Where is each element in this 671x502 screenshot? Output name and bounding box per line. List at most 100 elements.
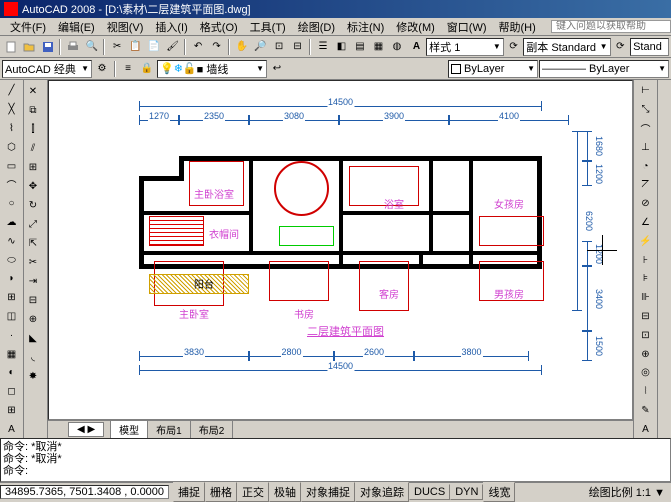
region-icon[interactable]: ◻ (3, 383, 21, 401)
table-icon[interactable]: ⊞ (3, 402, 21, 420)
menu-view[interactable]: 视图(V) (101, 18, 150, 36)
style-combo[interactable]: 样式 1▼ (426, 38, 504, 56)
circle-icon[interactable]: ○ (3, 195, 21, 213)
polar-toggle[interactable]: 极轴 (269, 482, 301, 502)
copy-icon[interactable]: 📋 (127, 38, 144, 56)
print-icon[interactable] (64, 38, 81, 56)
ducs-toggle[interactable]: DUCS (409, 484, 450, 500)
ortho-toggle[interactable]: 正交 (237, 482, 269, 502)
undo-icon[interactable]: ↶ (189, 38, 206, 56)
layer-lock-icon[interactable]: 🔒 (138, 60, 156, 78)
new-icon[interactable] (2, 38, 19, 56)
jogline-icon[interactable]: ⦚ (637, 383, 655, 401)
toolpalette-icon[interactable]: ▤ (351, 38, 368, 56)
spline-icon[interactable]: ∿ (3, 232, 21, 250)
menu-insert[interactable]: 插入(I) (149, 18, 193, 36)
text-a-icon[interactable]: A (408, 38, 425, 56)
erase-icon[interactable]: ✕ (24, 82, 42, 100)
sheetset-icon[interactable]: ▦ (370, 38, 387, 56)
join-icon[interactable]: ⊕ (24, 310, 42, 328)
menu-draw[interactable]: 绘图(D) (292, 18, 341, 36)
dim-rad-icon[interactable]: ◔ (637, 157, 655, 175)
osnap-toggle[interactable]: 对象捕捉 (301, 482, 355, 502)
explode-icon[interactable]: ✸ (24, 367, 42, 385)
zoom-prev-icon[interactable]: ⊟ (289, 38, 306, 56)
workspace-combo[interactable]: AutoCAD 经典▼ (2, 60, 92, 78)
tolerance-icon[interactable]: ⊡ (637, 326, 655, 344)
dimedit-icon[interactable]: ✎ (637, 402, 655, 420)
menu-format[interactable]: 格式(O) (194, 18, 244, 36)
layer-prev-icon[interactable]: ↩ (268, 60, 286, 78)
menu-tools[interactable]: 工具(T) (244, 18, 292, 36)
inspect-icon[interactable]: ◎ (637, 364, 655, 382)
dim-break-icon[interactable]: ⊟ (637, 308, 655, 326)
polygon-icon[interactable]: ⬡ (3, 138, 21, 156)
menu-file[interactable]: 文件(F) (4, 18, 52, 36)
preview-icon[interactable]: 🔍 (83, 38, 100, 56)
arc-icon[interactable]: ⌒ (3, 176, 21, 194)
dim-ord-icon[interactable]: ⊥ (637, 138, 655, 156)
grid-toggle[interactable]: 栅格 (205, 482, 237, 502)
chamfer-icon[interactable]: ◣ (24, 329, 42, 347)
revcloud-icon[interactable]: ☁ (3, 214, 21, 232)
array-icon[interactable]: ⊞ (24, 158, 42, 176)
zoom-window-icon[interactable]: ⊡ (270, 38, 287, 56)
dyn-toggle[interactable]: DYN (450, 484, 483, 500)
ellipse-arc-icon[interactable]: ◗ (3, 270, 21, 288)
ellipse-icon[interactable]: ⬭ (3, 251, 21, 269)
hatch-icon[interactable]: ▦ (3, 345, 21, 363)
dim-ang-icon[interactable]: ∠ (637, 214, 655, 232)
command-window[interactable]: 命令: *取消* 命令: *取消* 命令: (0, 438, 671, 482)
match-icon[interactable]: 🖌 (164, 38, 181, 56)
cut-icon[interactable]: ✂ (108, 38, 125, 56)
snap-toggle[interactable]: 捕捉 (173, 482, 205, 502)
insert-icon[interactable]: ⊞ (3, 289, 21, 307)
open-icon[interactable] (20, 38, 37, 56)
refresh-icon[interactable]: ⟳ (505, 38, 522, 56)
properties-icon[interactable]: ☰ (314, 38, 331, 56)
gradient-icon[interactable]: ◐ (3, 364, 21, 382)
layer-combo[interactable]: 💡❄🔓 ■ 墙线▼ (157, 60, 267, 78)
rectangle-icon[interactable]: ▭ (3, 157, 21, 175)
textstyle-combo[interactable]: Stand (630, 38, 669, 56)
copy-obj-icon[interactable]: ⧉ (24, 101, 42, 119)
dim-arc-icon[interactable]: ⌒ (637, 120, 655, 138)
help-search[interactable] (551, 20, 671, 33)
xline-icon[interactable]: ╳ (3, 101, 21, 119)
tab-layout1[interactable]: 布局1 (147, 420, 191, 438)
mtext-icon[interactable]: A (3, 420, 21, 438)
menu-dimension[interactable]: 标注(N) (341, 18, 390, 36)
mirror-icon[interactable]: ⫿ (24, 120, 42, 138)
dimtedit-icon[interactable]: A (637, 420, 655, 438)
zoom-icon[interactable]: 🔎 (252, 38, 269, 56)
color-combo[interactable]: ByLayer▼ (448, 60, 538, 78)
paste-icon[interactable]: 📄 (145, 38, 162, 56)
dim-linear-icon[interactable]: ⊢ (637, 82, 655, 100)
menu-modify[interactable]: 修改(M) (390, 18, 441, 36)
move-icon[interactable]: ✥ (24, 177, 42, 195)
designcenter-icon[interactable]: ◧ (333, 38, 350, 56)
menu-window[interactable]: 窗口(W) (441, 18, 493, 36)
stretch-icon[interactable]: ⇱ (24, 234, 42, 252)
redo-icon[interactable]: ↷ (208, 38, 225, 56)
rotate-icon[interactable]: ↻ (24, 196, 42, 214)
offset-icon[interactable]: ⫽ (24, 139, 42, 157)
ws-settings-icon[interactable]: ⚙ (93, 60, 111, 78)
otrack-toggle[interactable]: 对象追踪 (355, 482, 409, 502)
layer-mgr-icon[interactable]: ≡ (119, 60, 137, 78)
menu-edit[interactable]: 编辑(E) (52, 18, 101, 36)
break-icon[interactable]: ⊟ (24, 291, 42, 309)
dim-aligned-icon[interactable]: ⤡ (637, 101, 655, 119)
block-icon[interactable]: ◫ (3, 308, 21, 326)
menu-help[interactable]: 帮助(H) (493, 18, 542, 36)
pan-icon[interactable]: ✋ (233, 38, 250, 56)
tab-model[interactable]: 模型 (110, 420, 148, 438)
drawing-canvas[interactable]: 14500 1270 2350 3080 3900 4100 1680 1200… (48, 80, 633, 420)
pline-icon[interactable]: ⌇ (3, 120, 21, 138)
center-icon[interactable]: ⊕ (637, 345, 655, 363)
dim-space-icon[interactable]: ⊪ (637, 289, 655, 307)
refresh2-icon[interactable]: ⟳ (612, 38, 629, 56)
tab-layout2[interactable]: 布局2 (190, 420, 234, 438)
trim-icon[interactable]: ✂ (24, 253, 42, 271)
lwt-toggle[interactable]: 线宽 (483, 482, 515, 502)
